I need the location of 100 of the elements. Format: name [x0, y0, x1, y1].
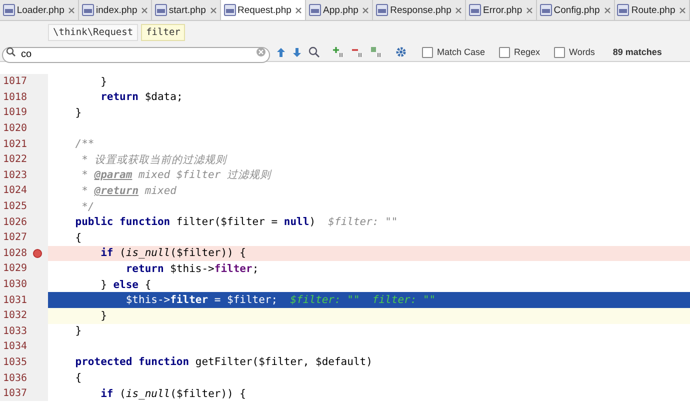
php-file-icon — [376, 4, 388, 16]
line-number: 1020 — [2, 123, 28, 134]
close-icon[interactable] — [68, 6, 76, 14]
file-tab[interactable]: Error.php — [466, 0, 537, 20]
keyword: if — [100, 247, 114, 260]
line-number: 1018 — [2, 92, 28, 103]
line-number: 1032 — [2, 310, 28, 322]
search-option-checkbox[interactable]: Words — [554, 46, 595, 58]
line-number: 1026 — [2, 216, 28, 228]
close-icon[interactable] — [295, 6, 302, 14]
code-text: $this-> — [169, 262, 214, 275]
clear-icon[interactable] — [256, 47, 266, 57]
close-icon[interactable] — [210, 6, 217, 14]
remove-selection-icon[interactable] — [351, 46, 364, 58]
comment-text: */ — [80, 200, 94, 213]
inline-value-hint: $filter: "" filter: "" — [290, 294, 436, 306]
doc-tag: @return — [94, 184, 139, 197]
keyword: return — [100, 91, 139, 104]
arrow-down-icon[interactable] — [292, 46, 302, 58]
file-tab[interactable]: Route.php — [614, 0, 690, 20]
code-text: ( — [118, 247, 126, 260]
php-file-icon — [82, 4, 94, 16]
match-count: 89 matches — [612, 47, 662, 57]
comment-text: /** — [74, 138, 94, 150]
close-icon[interactable] — [604, 6, 611, 14]
php-file-icon — [617, 4, 630, 16]
keyword: null — [284, 216, 310, 228]
line-number: 1036 — [2, 372, 28, 384]
php-file-icon — [309, 4, 322, 16]
code-text: } — [100, 278, 108, 291]
close-icon[interactable] — [141, 6, 148, 14]
code-text: } — [74, 106, 82, 119]
code-text: ($filter)) { — [170, 388, 246, 400]
close-icon[interactable] — [362, 6, 370, 14]
code-text: { — [74, 232, 82, 244]
keyword: return — [124, 262, 164, 275]
file-tab[interactable]: index.php — [79, 0, 152, 20]
breadcrumb-item[interactable]: filter — [141, 24, 186, 40]
file-tab[interactable]: start.php — [152, 0, 221, 20]
code-text: = $filter; — [213, 294, 279, 306]
add-selection-icon[interactable] — [332, 46, 345, 58]
code-text: ($filter)) { — [170, 247, 246, 260]
code-text: } — [100, 76, 107, 88]
php-file-icon — [154, 4, 167, 16]
line-number: 1033 — [2, 326, 28, 337]
php-file-icon — [224, 4, 236, 16]
line-number: 1029 — [2, 263, 28, 274]
line-number: 1019 — [2, 107, 28, 118]
keyword: public function — [74, 216, 170, 228]
breadcrumb-item[interactable]: \think\Request — [48, 24, 138, 40]
line-number: 1024 — [2, 185, 28, 196]
keyword: if — [100, 388, 114, 400]
close-icon[interactable] — [526, 6, 534, 14]
breakpoint-icon[interactable] — [33, 248, 42, 258]
search-icon — [6, 47, 17, 57]
line-number: 1030 — [2, 279, 28, 290]
comment-text: * — [80, 169, 89, 182]
line-number: 1023 — [2, 170, 28, 181]
inline-value-hint: $filter: "" — [328, 216, 398, 228]
code-text: { — [74, 372, 82, 384]
find-in-file-icon[interactable] — [308, 46, 320, 58]
field-name: filter — [170, 294, 208, 306]
search-option-checkbox[interactable]: Match Case — [422, 46, 486, 58]
line-number: 1017 — [2, 76, 28, 88]
code-text: } — [100, 310, 107, 322]
search-field[interactable]: co — [2, 46, 270, 62]
line-number: 1021 — [2, 138, 28, 150]
keyword: protected function — [74, 356, 190, 368]
file-tab[interactable]: Response.php — [373, 0, 466, 20]
close-icon[interactable] — [455, 6, 462, 14]
line-number: 1037 — [2, 388, 28, 400]
arrow-up-icon[interactable] — [276, 46, 286, 58]
function-name: is_null — [126, 388, 170, 400]
line-number: 1027 — [2, 232, 28, 244]
search-option-checkbox[interactable]: Regex — [499, 46, 540, 58]
php-file-icon — [2, 4, 15, 16]
code-text: $this-> — [124, 294, 170, 306]
line-number: 1025 — [2, 201, 28, 212]
line-number: 1022 — [2, 154, 28, 166]
line-number: 1031 — [2, 294, 28, 306]
file-tab[interactable]: App.php — [306, 0, 374, 20]
code-text: } — [74, 325, 82, 338]
function-name: is_null — [126, 247, 170, 260]
comment-text: * — [80, 184, 89, 197]
code-text: getFilter($filter, $default) — [194, 356, 372, 368]
field-name: filter — [214, 262, 252, 275]
php-file-icon — [469, 4, 482, 16]
file-tab[interactable]: Config.php — [536, 0, 615, 20]
doc-tag: @param — [94, 169, 132, 182]
settings-icon[interactable] — [395, 46, 408, 58]
comment-text: mixed — [144, 184, 176, 197]
file-tab[interactable]: Request.php — [220, 0, 306, 20]
close-icon[interactable] — [679, 6, 686, 14]
file-tab[interactable]: Loader.php — [0, 0, 80, 20]
line-number: 1028 — [2, 248, 28, 259]
line-number: 1034 — [2, 341, 28, 352]
comment-text: mixed $filter 过滤规则 — [138, 169, 272, 182]
keyword: else — [113, 278, 139, 291]
code-text: filter($filter = — [175, 216, 279, 228]
select-all-icon[interactable] — [370, 46, 383, 58]
